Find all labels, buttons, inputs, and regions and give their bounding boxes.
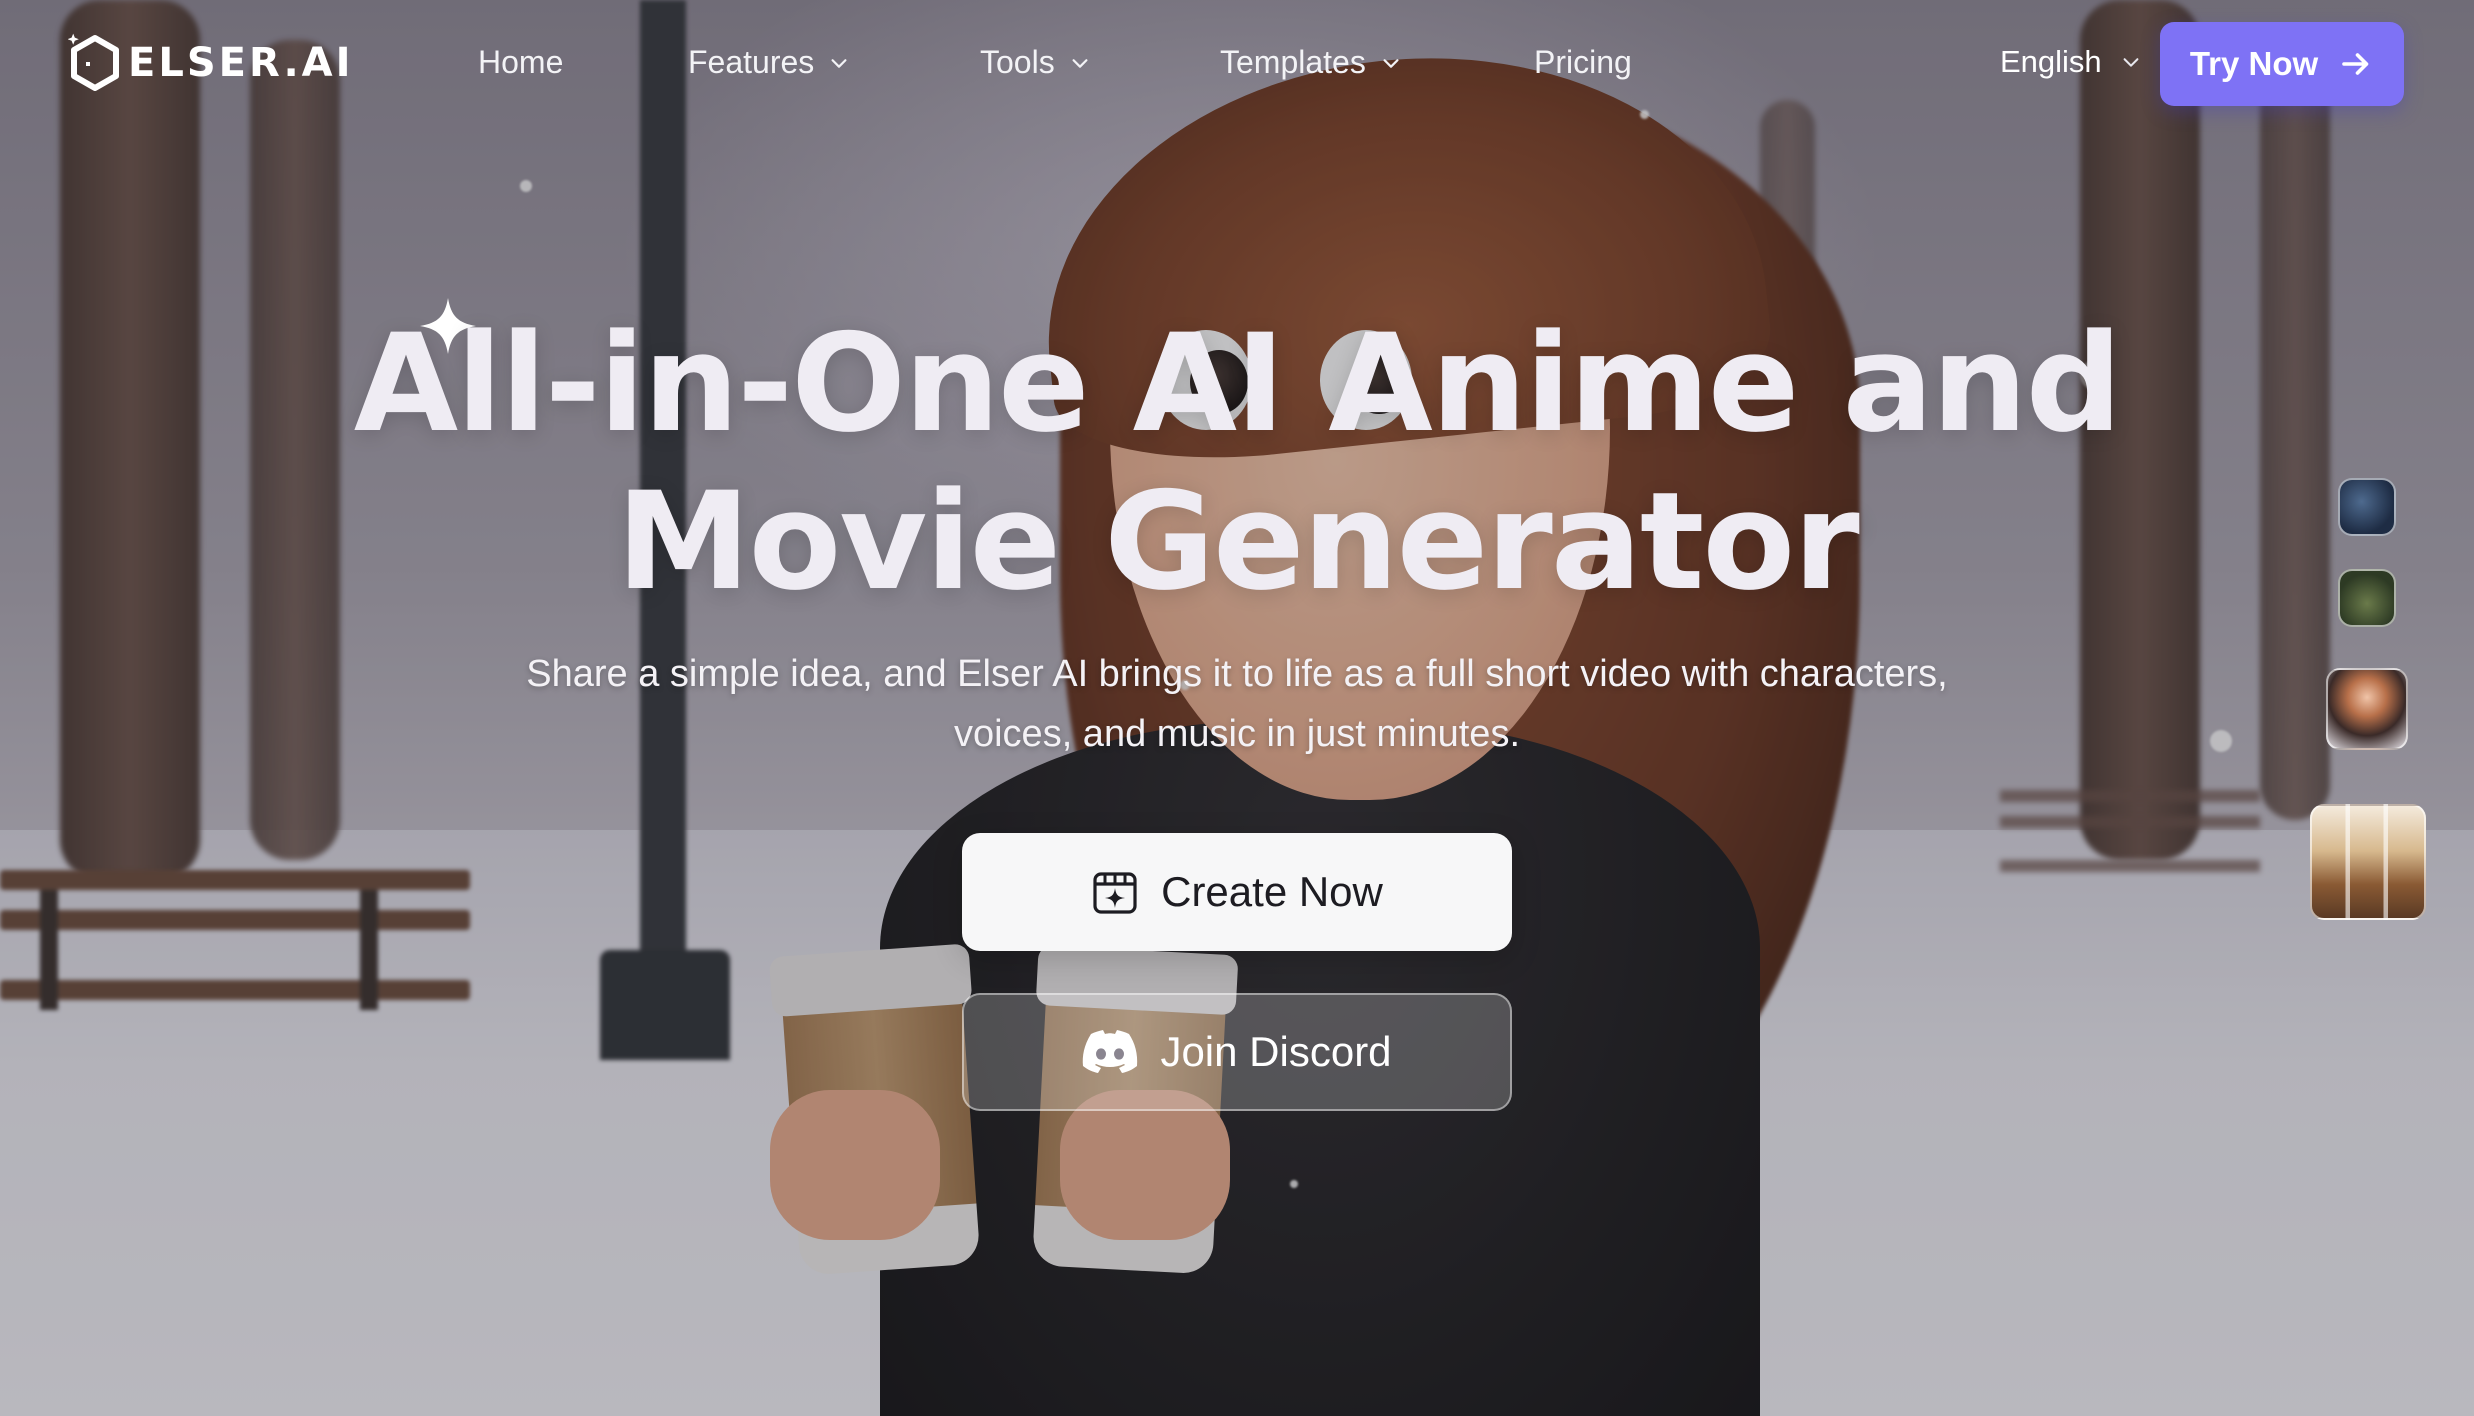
hero-subtitle-line-2: voices, and music in just minutes. [953,713,1520,755]
hero-title: All-in-One AI Anime and Movie Generator [337,305,2137,621]
join-discord-label: Join Discord [1160,1028,1392,1075]
nav-pricing-label: Pricing [1534,44,1632,80]
nav-tools-label: Tools [980,44,1055,80]
language-selected-label: English [2000,44,2102,79]
scene-thumbnail-night[interactable] [2338,478,2396,536]
hero-title-line-2: Movie Generator [616,463,1859,620]
discord-icon [1083,1030,1138,1073]
nav-tools-dropdown[interactable]: Tools [980,44,1091,81]
nav-pricing[interactable]: Pricing [1534,44,1632,81]
chevron-down-icon [1072,58,1088,68]
brand-logo-link[interactable]: ELSER.AI [68,32,354,94]
create-now-button[interactable]: Create Now [962,833,1512,951]
nav-home-label: Home [478,44,564,80]
top-navigation-bar: ELSER.AI Home Features Tools Templates P… [0,0,2474,128]
chevron-down-icon [1383,58,1399,68]
join-discord-button[interactable]: Join Discord [962,993,1512,1111]
chevron-down-icon [2123,58,2139,67]
language-selector[interactable]: English [2000,44,2142,80]
nav-templates-dropdown[interactable]: Templates [1220,44,1402,81]
nav-home[interactable]: Home [478,44,563,81]
arrow-right-icon [2342,53,2369,75]
try-now-button[interactable]: Try Now [2160,22,2404,106]
nav-templates-label: Templates [1220,44,1366,80]
hero-subtitle-line-1: Share a simple idea, and Elser AI brings… [526,653,1948,695]
try-now-label: Try Now [2189,45,2319,82]
brand-name: ELSER.AI [128,40,354,86]
hero-subtitle: Share a simple idea, and Elser AI brings… [437,644,2037,764]
hero-title-line-1: All-in-One AI Anime and [353,305,2123,462]
chevron-down-icon [831,58,847,68]
scene-thumbnail-cafe[interactable] [2310,804,2426,920]
create-now-label: Create Now [1161,868,1383,915]
hexagon-logo-icon [68,32,122,94]
nav-features-label: Features [688,44,815,80]
nav-features-dropdown[interactable]: Features [688,44,850,81]
calendar-sparkle-icon [1093,872,1137,914]
scene-thumbnail-park[interactable] [2338,569,2396,627]
scene-thumbnail-character[interactable] [2326,668,2408,750]
